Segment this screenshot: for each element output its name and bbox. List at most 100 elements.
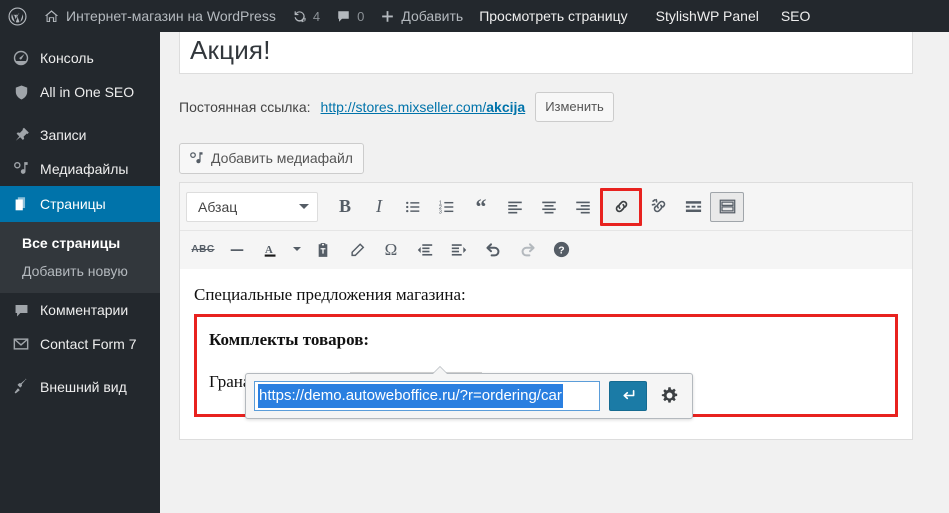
highlight-box: Комплекты товаров: Гранатовый набор: Зак… [194,313,898,419]
plus-icon [380,9,395,24]
text-color-button[interactable]: A [254,235,288,265]
home-icon [43,8,60,25]
updates-count: 4 [312,8,321,24]
media-row: Добавить медиафайл [179,142,949,174]
link-popup: https://demo.autoweboffice.ru/?r=orderin… [245,365,693,419]
updates-icon [292,9,307,24]
read-more-button[interactable] [676,192,710,222]
clear-formatting-button[interactable] [340,235,374,265]
editor-content-area[interactable]: Специальные предложения магазина: Компле… [180,268,912,439]
comments-count: 0 [357,8,365,24]
undo-button[interactable] [476,235,510,265]
align-right-button[interactable] [566,192,600,222]
pin-icon [11,125,31,145]
chevron-down-icon [299,203,309,214]
sidebar-item-media[interactable]: Медиафайлы [0,152,160,186]
submenu-item-add-new[interactable]: Добавить новую [0,257,186,285]
svg-text:?: ? [558,246,564,257]
insert-link-button[interactable] [600,187,642,226]
permalink-row: Постоянная ссылка: http://stores.mixsell… [179,92,949,122]
sidebar-item-contact-form-7[interactable]: Contact Form 7 [0,327,160,361]
shield-icon [11,82,31,102]
sidebar-item-label: Консоль [40,50,94,66]
media-icon [11,159,31,179]
appearance-brush-icon [11,377,31,397]
redo-button[interactable] [510,235,544,265]
sidebar-item-label: Записи [40,127,87,143]
special-character-button[interactable]: Ω [374,235,408,265]
add-media-button[interactable]: Добавить медиафайл [179,142,364,174]
editor-toolbar-row-1: Абзац B I 1 2 3 “ [180,183,912,231]
editor-paragraph-1: Специальные предложения магазина: [194,284,466,304]
text-color-dropdown-button[interactable] [288,235,306,265]
envelope-icon [11,334,31,354]
sidebar-item-label: Медиафайлы [40,161,129,177]
sidebar-item-label: All in One SEO [40,84,135,100]
seo-link[interactable]: SEO [773,0,819,32]
post-title-field[interactable]: Акция! [179,32,913,74]
updates-link[interactable]: 4 [284,0,328,32]
admin-bar: Интернет-магазин на WordPress 4 0 Добави… [0,0,949,32]
sidebar-item-appearance[interactable]: Внешний вид [0,370,160,404]
comment-bubble-icon [336,9,351,24]
post-title-value: Акция! [190,34,271,65]
link-url-value: https://demo.autoweboffice.ru/?r=orderin… [258,383,563,408]
site-home-link[interactable]: Интернет-магазин на WordPress [35,0,284,32]
editor-toolbar-row-2: ABC A Ω ? [180,231,912,269]
submenu-item-all-pages[interactable]: Все страницы [0,229,186,257]
format-select-value: Абзац [198,198,238,215]
add-new-menu[interactable]: Добавить [372,0,471,32]
view-page-link[interactable]: Просмотреть страницу [471,0,635,32]
pages-icon [11,194,31,214]
link-apply-button[interactable] [609,380,647,411]
visual-editor: Абзац B I 1 2 3 “ ABC A Ω ? Специальные … [179,181,913,440]
paste-as-text-button[interactable] [306,235,340,265]
sidebar-item-all-in-one-seo[interactable]: All in One SEO [0,75,160,109]
bold-button[interactable]: B [328,192,362,222]
link-settings-button[interactable] [656,382,682,410]
site-title: Интернет-магазин на WordPress [66,8,276,24]
sidebar-item-pages[interactable]: Страницы [0,186,194,222]
indent-button[interactable] [442,235,476,265]
remove-link-button[interactable] [642,192,676,222]
edit-permalink-button[interactable]: Изменить [535,92,614,122]
permalink-label: Постоянная ссылка: [179,98,311,115]
permalink-link[interactable]: http://stores.mixseller.com/akcija [321,99,526,115]
strikethrough-button[interactable]: ABC [186,235,220,265]
sidebar-item-label: Внешний вид [40,379,127,395]
svg-text:A: A [265,244,273,256]
align-left-button[interactable] [498,192,532,222]
sidebar-item-posts[interactable]: Записи [0,118,160,152]
add-new-label: Добавить [401,8,464,24]
pages-submenu: Все страницы Добавить новую [0,222,186,293]
format-select[interactable]: Абзац [186,191,318,222]
sidebar-item-label: Комментарии [40,302,129,318]
sidebar-item-comments[interactable]: Комментарии [0,293,160,327]
admin-sidebar-menu: Консоль All in One SEO Записи Медиафайлы [0,32,194,513]
outdent-button[interactable] [408,235,442,265]
italic-button[interactable]: I [362,192,396,222]
horizontal-rule-button[interactable] [220,235,254,265]
keyboard-shortcuts-help-button[interactable]: ? [544,235,578,265]
sidebar-item-dashboard[interactable]: Консоль [0,41,160,75]
sidebar-item-label: Страницы [40,196,106,212]
enter-arrow-icon [620,387,637,404]
link-url-input[interactable]: https://demo.autoweboffice.ru/?r=orderin… [254,380,600,411]
align-center-button[interactable] [532,192,566,222]
media-icon [188,150,205,167]
wordpress-logo-icon [8,6,27,26]
editor-heading-2: Комплекты товаров: [209,329,370,349]
toolbar-toggle-button[interactable] [710,191,744,222]
gear-icon [660,386,679,405]
permalink-url-prefix: http://stores.mixseller.com/ [320,98,487,115]
sidebar-item-label: Contact Form 7 [40,336,137,352]
blockquote-button[interactable]: “ [464,192,498,222]
bullet-list-button[interactable] [396,192,430,222]
main-content-area: Акция! Постоянная ссылка: http://stores.… [160,32,949,513]
wordpress-logo-button[interactable] [0,0,35,32]
comments-link[interactable]: 0 [328,0,372,32]
numbered-list-button[interactable]: 1 2 3 [430,192,464,222]
comment-bubble-icon [11,300,31,320]
stylishwp-panel-link[interactable]: StylishWP Panel [648,0,767,32]
dashboard-icon [11,48,31,68]
